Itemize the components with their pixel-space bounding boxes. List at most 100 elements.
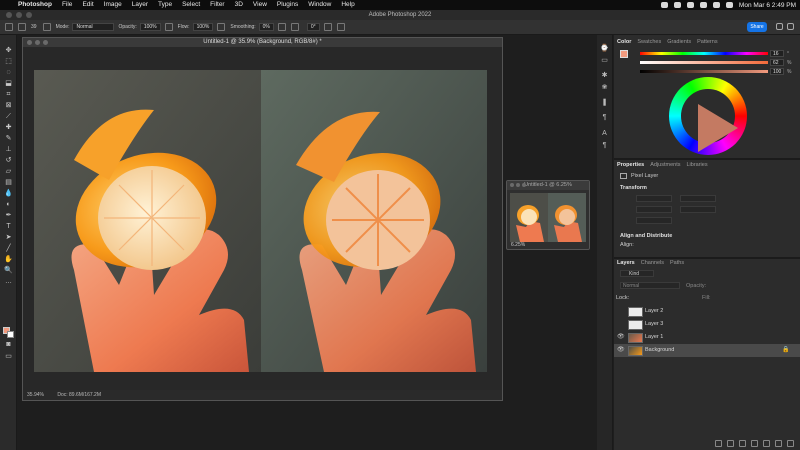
workspace-icon[interactable] bbox=[787, 23, 794, 30]
navigator-zoom[interactable]: 6.25% bbox=[511, 242, 525, 248]
height-field[interactable] bbox=[680, 195, 716, 202]
layer-row-selected[interactable]: 👁 Background 🔒 bbox=[614, 344, 800, 357]
menu-edit[interactable]: Edit bbox=[82, 0, 93, 10]
learn-icon[interactable]: ❚ bbox=[600, 99, 609, 106]
pen-tool-icon[interactable]: ✒ bbox=[4, 212, 13, 219]
brush-settings-icon[interactable]: ❀ bbox=[600, 84, 609, 91]
opacity-field[interactable]: 100% bbox=[139, 23, 161, 31]
document-title[interactable]: Untitled-1 @ 35.9% (Background, RGB/8#) … bbox=[23, 38, 502, 47]
control-center-icon[interactable] bbox=[725, 2, 733, 8]
home-icon[interactable] bbox=[5, 23, 13, 31]
new-group-icon[interactable] bbox=[763, 440, 770, 447]
eraser-tool-icon[interactable]: ▱ bbox=[4, 168, 13, 175]
frame-tool-icon[interactable]: ⊠ bbox=[4, 102, 13, 109]
tab-color[interactable]: Color bbox=[614, 37, 634, 48]
menu-app-name[interactable]: Photoshop bbox=[18, 0, 52, 10]
minimize-document-button[interactable] bbox=[35, 40, 40, 45]
y-position-field[interactable] bbox=[680, 206, 716, 213]
add-mask-icon[interactable] bbox=[739, 440, 746, 447]
menu-layer[interactable]: Layer bbox=[132, 0, 148, 10]
color-foreground-swatch[interactable] bbox=[620, 50, 628, 58]
move-tool-icon[interactable]: ✥ bbox=[4, 47, 13, 54]
brush-size[interactable]: 39 bbox=[31, 24, 37, 30]
screen-mode-icon[interactable]: ▭ bbox=[4, 353, 13, 360]
layer-name[interactable]: Background bbox=[645, 344, 674, 357]
search-icon[interactable] bbox=[776, 23, 783, 30]
object-select-tool-icon[interactable]: ⬓ bbox=[4, 80, 13, 87]
marquee-tool-icon[interactable]: ⬚ bbox=[4, 58, 13, 65]
hue-value[interactable]: 16 bbox=[770, 50, 784, 57]
brightness-value[interactable]: 100 bbox=[770, 68, 784, 75]
status-app-icon[interactable] bbox=[660, 2, 668, 8]
status-app-icon[interactable] bbox=[673, 2, 681, 8]
x-position-field[interactable] bbox=[636, 206, 672, 213]
wifi-icon[interactable] bbox=[699, 2, 707, 8]
saturation-value[interactable]: 62 bbox=[770, 59, 784, 66]
blur-tool-icon[interactable]: 💧 bbox=[4, 190, 13, 197]
battery-icon[interactable] bbox=[686, 2, 694, 8]
background-color-swatch[interactable] bbox=[7, 331, 14, 338]
symmetry-icon[interactable] bbox=[336, 23, 345, 31]
menu-select[interactable]: Select bbox=[182, 0, 200, 10]
layer-filter-kind[interactable]: Kind bbox=[620, 270, 654, 277]
gradient-tool-icon[interactable]: ▤ bbox=[4, 179, 13, 186]
pressure-opacity-icon[interactable] bbox=[164, 23, 173, 31]
tab-libraries[interactable]: Libraries bbox=[683, 160, 710, 171]
history-icon[interactable]: ⌚ bbox=[600, 45, 609, 52]
menubar-clock[interactable]: Mon Mar 6 2:49 PM bbox=[739, 2, 796, 9]
tab-properties[interactable]: Properties bbox=[614, 160, 647, 171]
lasso-tool-icon[interactable]: ◌ bbox=[4, 69, 13, 76]
menu-image[interactable]: Image bbox=[104, 0, 122, 10]
saturation-slider[interactable] bbox=[640, 61, 768, 64]
paragraph-styles-icon[interactable]: ¶ bbox=[600, 142, 609, 149]
dodge-tool-icon[interactable]: ◐ bbox=[4, 201, 13, 208]
tab-channels[interactable]: Channels bbox=[638, 258, 667, 269]
align-distribute-section[interactable]: Align and Distribute bbox=[620, 233, 672, 239]
tab-gradients[interactable]: Gradients bbox=[664, 37, 694, 48]
character-icon[interactable]: A bbox=[600, 130, 609, 137]
link-layers-icon[interactable] bbox=[715, 440, 722, 447]
close-navigator-button[interactable] bbox=[510, 183, 514, 187]
airbrush-icon[interactable] bbox=[217, 23, 226, 31]
angle-field[interactable]: 0° bbox=[306, 23, 320, 31]
tab-patterns[interactable]: Patterns bbox=[694, 37, 720, 48]
minimize-navigator-button[interactable] bbox=[516, 183, 520, 187]
close-document-button[interactable] bbox=[27, 40, 32, 45]
pressure-size-icon[interactable] bbox=[323, 23, 332, 31]
layer-name[interactable]: Layer 2 bbox=[645, 305, 663, 318]
minimize-window-button[interactable] bbox=[16, 12, 22, 18]
layer-name[interactable]: Layer 3 bbox=[645, 318, 663, 331]
zoom-tool-icon[interactable]: 🔍 bbox=[4, 267, 13, 274]
transform-section[interactable]: Transform bbox=[620, 185, 647, 191]
delete-layer-icon[interactable] bbox=[787, 440, 794, 447]
healing-brush-tool-icon[interactable]: ✚ bbox=[4, 124, 13, 131]
adjustment-layer-icon[interactable] bbox=[751, 440, 758, 447]
layer-row[interactable]: Layer 3 bbox=[614, 318, 800, 331]
brush-tool-icon[interactable] bbox=[18, 23, 26, 31]
tab-adjustments[interactable]: Adjustments bbox=[647, 160, 683, 171]
document-size-info[interactable]: Doc: 89.6M/167.2M bbox=[57, 392, 101, 398]
eyedropper-tool-icon[interactable]: ⟋ bbox=[4, 113, 13, 120]
menu-window[interactable]: Window bbox=[308, 0, 331, 10]
flow-field[interactable]: 100% bbox=[192, 23, 214, 31]
layer-row[interactable]: Layer 2 bbox=[614, 305, 800, 318]
comments-icon[interactable]: ▭ bbox=[600, 57, 609, 64]
menu-3d[interactable]: 3D bbox=[235, 0, 243, 10]
mode-select[interactable]: Normal bbox=[72, 23, 115, 31]
layer-style-icon[interactable] bbox=[727, 440, 734, 447]
menu-help[interactable]: Help bbox=[341, 0, 354, 10]
menu-view[interactable]: View bbox=[253, 0, 267, 10]
zoom-level[interactable]: 35.94% bbox=[27, 392, 44, 398]
share-button[interactable]: Share bbox=[747, 22, 767, 32]
menu-file[interactable]: File bbox=[62, 0, 72, 10]
rotation-field[interactable] bbox=[636, 217, 672, 224]
paragraph-icon[interactable]: ¶ bbox=[600, 114, 609, 121]
zoom-window-button[interactable] bbox=[26, 12, 32, 18]
color-triangle[interactable] bbox=[698, 104, 738, 152]
brush-tool-icon[interactable]: ✎ bbox=[4, 135, 13, 142]
blend-mode-select[interactable]: Normal bbox=[620, 282, 680, 289]
hue-slider[interactable] bbox=[640, 52, 768, 55]
type-tool-icon[interactable]: T bbox=[4, 223, 13, 230]
line-tool-icon[interactable]: ╱ bbox=[4, 245, 13, 252]
layer-name[interactable]: Layer 1 bbox=[645, 331, 663, 344]
